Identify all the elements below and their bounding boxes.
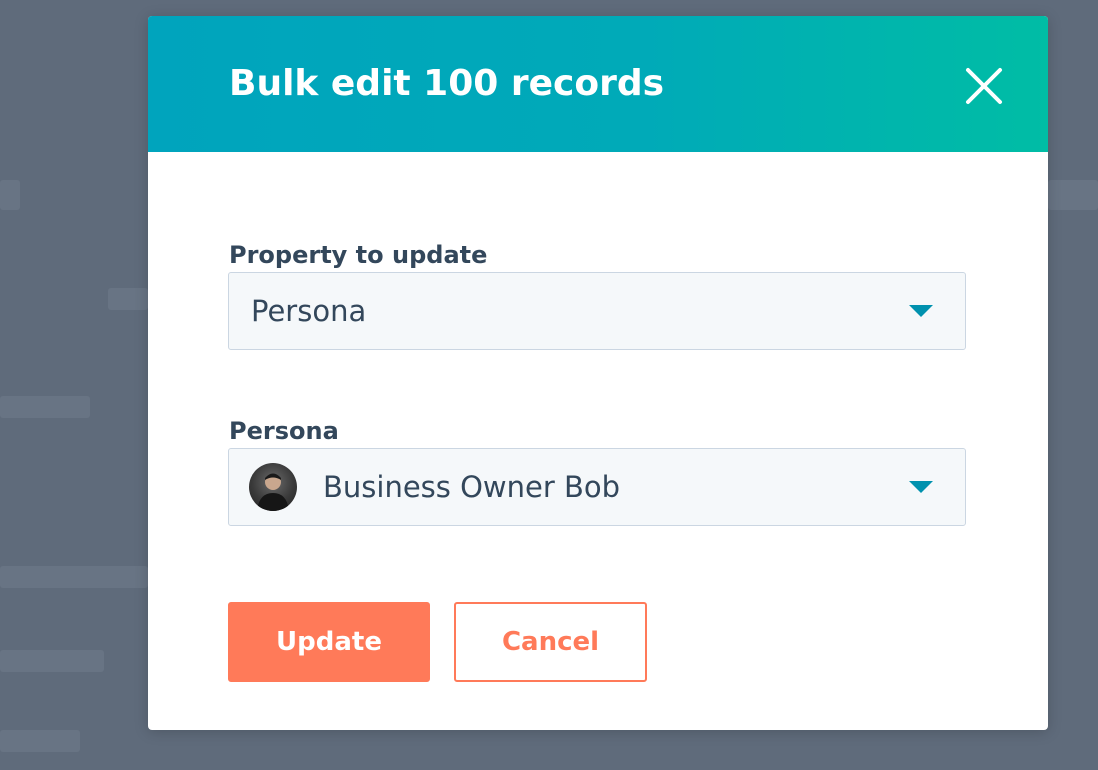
persona-label: Persona [229,417,339,445]
modal-body: Property to update Persona Persona Busin… [148,152,1048,730]
property-to-update-label: Property to update [229,241,488,269]
property-to-update-select[interactable]: Persona [228,272,966,350]
chevron-down-icon [909,305,933,317]
chevron-down-icon [909,481,933,493]
background-placeholder [0,730,80,752]
bulk-edit-modal: Bulk edit 100 records Property to update… [148,16,1048,730]
background-placeholder [1048,180,1098,210]
modal-title: Bulk edit 100 records [229,63,665,104]
background-placeholder [108,288,148,310]
persona-select[interactable]: Business Owner Bob [228,448,966,526]
background-placeholder [0,650,104,672]
background-placeholder [0,180,20,210]
update-button[interactable]: Update [228,602,430,682]
close-button[interactable] [960,62,1008,110]
persona-select-value: Business Owner Bob [323,470,621,504]
avatar-photo [257,473,289,511]
property-select-value: Persona [251,294,367,328]
modal-header: Bulk edit 100 records [148,16,1048,152]
avatar [249,463,297,511]
cancel-button[interactable]: Cancel [454,602,647,682]
background-placeholder [0,396,90,418]
close-icon [966,68,1002,104]
background-placeholder [0,566,148,588]
